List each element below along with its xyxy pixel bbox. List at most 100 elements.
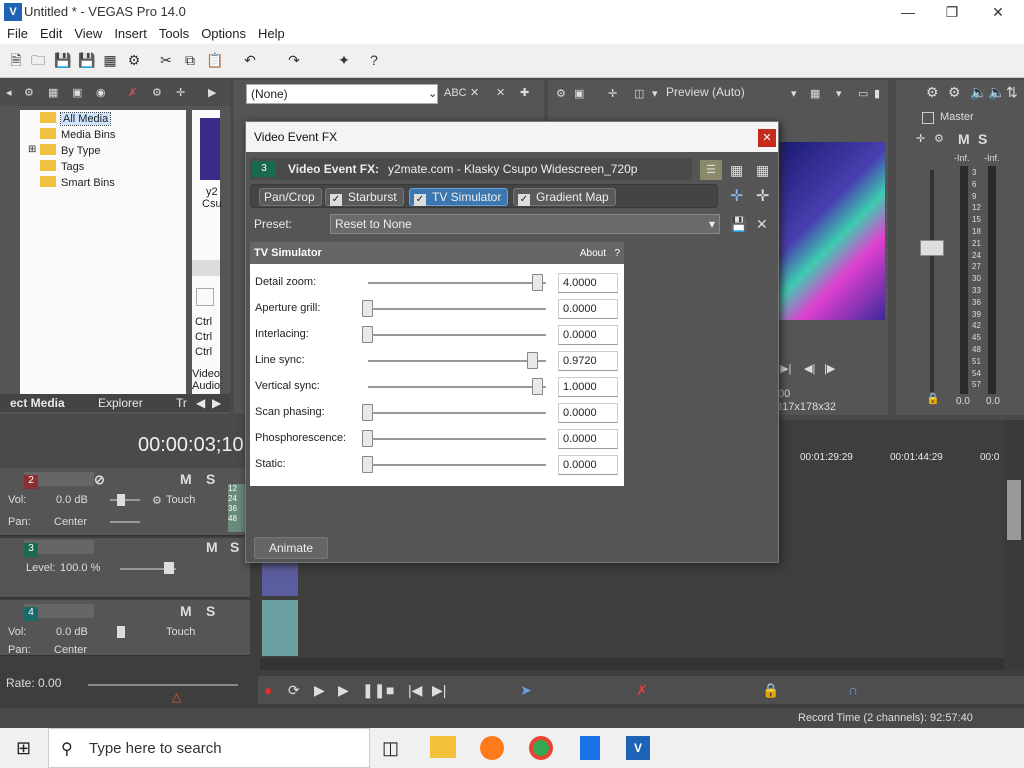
menu-tools[interactable]: Tools	[152, 24, 194, 41]
param-value-input[interactable]: 0.0000	[558, 403, 618, 423]
paste-icon[interactable]: 📋	[206, 52, 223, 68]
check-icon[interactable]: ✓	[414, 194, 426, 206]
save-preset-icon[interactable]: 💾	[730, 216, 747, 233]
param-value-input[interactable]: 1.0000	[558, 377, 618, 397]
tree-item-tags[interactable]: Tags	[40, 160, 84, 173]
snap-icon[interactable]: ∩	[848, 682, 858, 698]
param-slider-track[interactable]	[368, 412, 546, 414]
tree-item-media-bins[interactable]: Media Bins	[40, 128, 115, 141]
delete-icon[interactable]: ✕	[496, 86, 505, 99]
param-value-input[interactable]: 0.9720	[558, 351, 618, 371]
remove-icon[interactable]: ✗	[128, 86, 137, 99]
param-slider-thumb[interactable]	[362, 456, 373, 473]
vegas-taskbar-icon[interactable]: V	[626, 736, 650, 760]
edit-tool-icon[interactable]: ➤	[520, 682, 532, 699]
whats-this-icon[interactable]: ?	[366, 52, 382, 68]
tab-project-media[interactable]: ect Media	[10, 396, 65, 410]
param-slider-thumb[interactable]	[532, 378, 543, 395]
touch-mode[interactable]: Touch	[166, 626, 195, 638]
speaker-icon[interactable]: 🔈	[970, 84, 987, 101]
fx-preset-select[interactable]: (None)	[246, 84, 438, 104]
record-icon[interactable]: ●	[264, 682, 272, 698]
fx-chip-starburst[interactable]: ✓ Starburst	[325, 188, 404, 206]
firefox-icon[interactable]	[480, 736, 504, 760]
tab-next-icon[interactable]: ▶	[212, 396, 221, 410]
media-fx-icon[interactable]: ⚙	[152, 86, 162, 99]
prev-frame-icon[interactable]: ◀|	[804, 362, 815, 375]
fx-chip-gradient-map[interactable]: ✓ Gradient Map	[513, 188, 616, 206]
list-view-icon[interactable]: ▦	[730, 162, 743, 179]
param-slider-track[interactable]	[368, 464, 546, 466]
param-slider-track[interactable]	[368, 438, 546, 440]
vscroll-thumb[interactable]	[1007, 480, 1021, 540]
copy-frame-icon[interactable]: ▭	[858, 87, 868, 100]
tree-item-smart-bins[interactable]: Smart Bins	[40, 176, 115, 189]
copy-icon[interactable]: ⧉	[182, 52, 198, 68]
remove-plugin-icon[interactable]: ✛	[756, 186, 769, 206]
fx-chip-pan-crop[interactable]: Pan/Crop	[259, 188, 322, 206]
stop-icon[interactable]: ■	[386, 682, 394, 698]
next-frame-icon[interactable]: ▶|	[780, 362, 791, 375]
preview-monitor-icon[interactable]: ▣	[574, 87, 584, 100]
mixer-icon[interactable]: ⇅	[1006, 84, 1018, 101]
lock-event-icon[interactable]: 🔒	[762, 682, 779, 699]
vol-slider-thumb[interactable]	[117, 494, 125, 506]
check-icon[interactable]: ✓	[518, 194, 530, 206]
solo-button[interactable]: S	[230, 539, 239, 555]
new-icon[interactable]: 🗎	[8, 52, 24, 68]
solo-button[interactable]: S	[206, 471, 215, 487]
dialog-close-icon[interactable]: ✕	[758, 129, 776, 147]
lock-icon[interactable]: 🔒	[926, 392, 940, 405]
go-start-icon[interactable]: |◀	[408, 682, 422, 699]
split-icon[interactable]: ✛	[608, 87, 617, 100]
tree-item-by-type[interactable]: ⊞ By Type	[28, 144, 101, 157]
master-mute-button[interactable]: M	[958, 131, 970, 147]
media-thumbnail[interactable]	[200, 118, 220, 180]
param-value-input[interactable]: 4.0000	[558, 273, 618, 293]
mute-button[interactable]: M	[180, 603, 192, 619]
help-icon[interactable]: ?	[614, 248, 620, 259]
play-from-start-icon[interactable]: ▶	[314, 682, 325, 699]
fx-icon[interactable]: ✦	[336, 52, 352, 68]
notepad-icon[interactable]	[580, 736, 600, 760]
timeline-vscroll[interactable]	[1004, 420, 1024, 670]
tab-prev-icon[interactable]: ◀	[196, 396, 205, 410]
param-slider-track[interactable]	[368, 386, 546, 388]
touch-mode[interactable]: Touch	[166, 494, 195, 506]
undo-icon[interactable]: ↶	[242, 52, 258, 68]
chain-view-icon[interactable]: ☰	[700, 160, 722, 180]
menu-options[interactable]: Options	[194, 24, 251, 41]
param-value-input[interactable]: 0.0000	[558, 299, 618, 319]
level-slider-thumb[interactable]	[164, 562, 174, 574]
video-event-clip[interactable]	[262, 560, 298, 596]
vol-slider-thumb[interactable]	[117, 626, 125, 638]
task-view-icon[interactable]: ◫	[382, 738, 399, 759]
grid-icon[interactable]: ▦	[810, 87, 820, 100]
restore-icon[interactable]: ❐	[932, 2, 972, 22]
tab-explorer[interactable]: Explorer	[98, 396, 143, 410]
back-icon[interactable]: ◂	[6, 86, 12, 99]
tree-item-all-media[interactable]: All Media	[40, 112, 112, 126]
preset-select[interactable]: Reset to None ▾	[330, 214, 720, 234]
master-solo-button[interactable]: S	[978, 131, 987, 147]
param-value-input[interactable]: 0.0000	[558, 429, 618, 449]
automation-icon[interactable]: ⚙	[152, 494, 162, 507]
check-icon[interactable]: ✓	[330, 194, 342, 206]
param-slider-thumb[interactable]	[532, 274, 543, 291]
capture-icon[interactable]: ▣	[72, 86, 82, 99]
next-icon[interactable]: |▶	[824, 362, 835, 375]
master-pan-icon[interactable]: ✛	[916, 132, 925, 145]
preview-quality[interactable]: Preview (Auto)	[666, 85, 745, 99]
speaker2-icon[interactable]: 🔈	[988, 84, 1005, 101]
master-fader-thumb[interactable]	[920, 240, 944, 256]
windows-start-icon[interactable]: ⊞	[16, 738, 31, 759]
master-checkbox-icon[interactable]	[922, 112, 934, 124]
add-icon[interactable]: ✚	[520, 86, 529, 99]
expand-icon[interactable]: ⊞	[28, 144, 36, 155]
animate-button[interactable]: Animate	[254, 537, 328, 559]
spell-icon[interactable]: ABC	[444, 87, 467, 99]
delete-preset-icon[interactable]: ✕	[756, 216, 768, 233]
param-slider-thumb[interactable]	[527, 352, 539, 369]
param-slider-track[interactable]	[368, 334, 546, 336]
minimize-icon[interactable]: —	[888, 2, 928, 22]
